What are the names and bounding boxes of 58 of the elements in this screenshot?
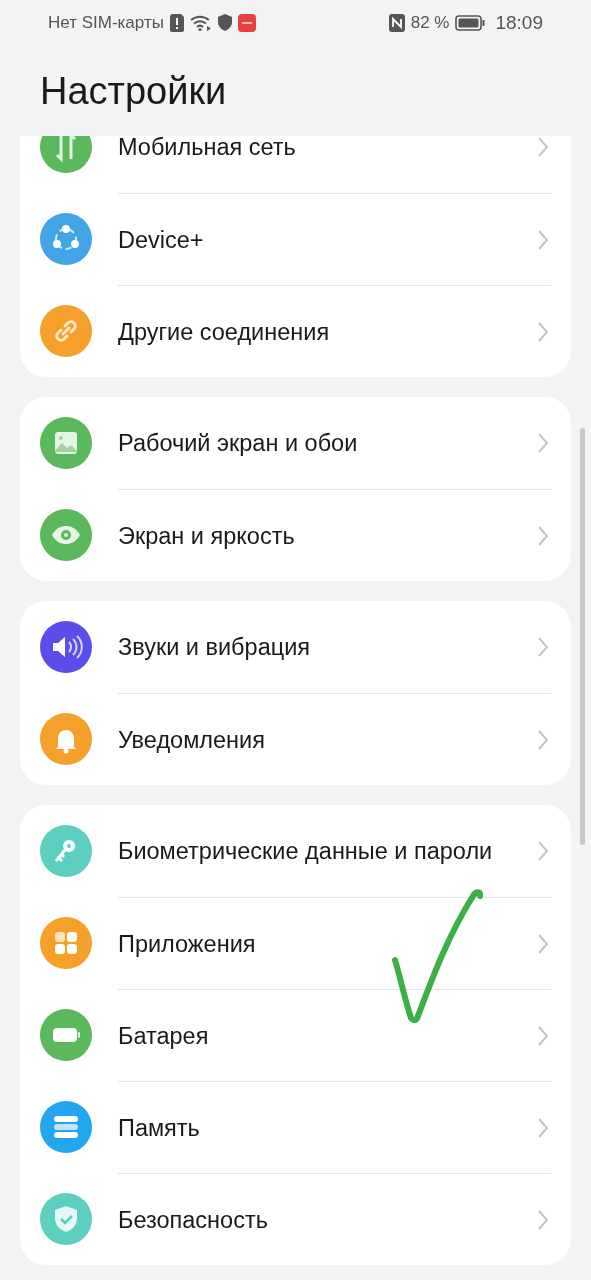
item-label: Рабочий экран и обои <box>118 429 359 458</box>
chevron-icon <box>537 136 549 158</box>
item-label: Device+ <box>118 225 205 255</box>
item-label: Другие соединения <box>118 317 331 347</box>
settings-item[interactable]: Другие соединения <box>20 285 571 377</box>
link-icon <box>40 305 92 357</box>
chevron-icon <box>537 932 549 955</box>
storage-icon <box>40 1101 92 1153</box>
shield-icon <box>40 1193 92 1245</box>
item-label: Безопасность <box>118 1205 269 1235</box>
chevron-icon <box>537 1116 549 1139</box>
carrier-text: Нет SIM-карты <box>48 12 164 33</box>
shield-status-icon <box>217 14 232 31</box>
settings-item[interactable]: Батарея <box>20 989 571 1081</box>
item-label: Биометрические данные и пароли <box>118 837 494 866</box>
item-label: Экран и яркость <box>118 521 296 551</box>
bell-icon <box>40 713 92 765</box>
image-icon <box>40 417 92 469</box>
chevron-icon <box>537 636 549 658</box>
chevron-icon <box>537 1208 549 1231</box>
battery-percent: 82 % <box>410 12 450 33</box>
settings-item[interactable]: Память <box>20 1081 571 1173</box>
sim-alert-icon <box>169 13 184 32</box>
speaker-icon <box>40 621 92 673</box>
settings-item[interactable]: Приложения <box>20 897 571 989</box>
settings-item[interactable]: Рабочий экран и обои <box>20 397 571 489</box>
app-icon <box>237 13 256 32</box>
grid-icon <box>40 917 92 969</box>
item-label: Уведомления <box>118 725 266 755</box>
settings-item[interactable]: Безопасность <box>20 1173 571 1265</box>
item-label: Батарея <box>118 1021 210 1051</box>
settings-item[interactable]: Мобильная сеть <box>20 136 571 193</box>
settings-item[interactable]: Звуки и вибрация <box>20 601 571 693</box>
settings-item[interactable]: Device+ <box>20 193 571 285</box>
key-icon <box>40 825 92 877</box>
page-title: Настройки <box>40 69 227 113</box>
battery-icon <box>40 1009 92 1061</box>
chevron-icon <box>537 1024 549 1047</box>
chevron-icon <box>537 228 549 251</box>
chevron-icon <box>537 524 549 547</box>
battery-status-icon <box>455 14 486 31</box>
settings-item[interactable]: Экран и яркость <box>20 489 571 581</box>
chevron-icon <box>537 840 549 862</box>
chevron-icon <box>537 728 549 751</box>
clock: 18:09 <box>495 11 543 34</box>
settings-item[interactable]: Уведомления <box>20 693 571 785</box>
item-label: Звуки и вибрация <box>118 633 312 662</box>
chevron-icon <box>537 432 549 454</box>
chevron-icon <box>537 320 549 343</box>
item-label: Память <box>118 1113 201 1143</box>
nfc-icon <box>388 13 405 32</box>
settings-item[interactable]: Биометрические данные и пароли <box>20 805 571 897</box>
share-icon <box>40 213 92 265</box>
item-label: Приложения <box>118 929 257 959</box>
eye-icon <box>40 509 92 561</box>
wifi-icon <box>189 14 212 31</box>
arrows-icon <box>40 136 92 173</box>
item-label: Мобильная сеть <box>118 136 297 162</box>
